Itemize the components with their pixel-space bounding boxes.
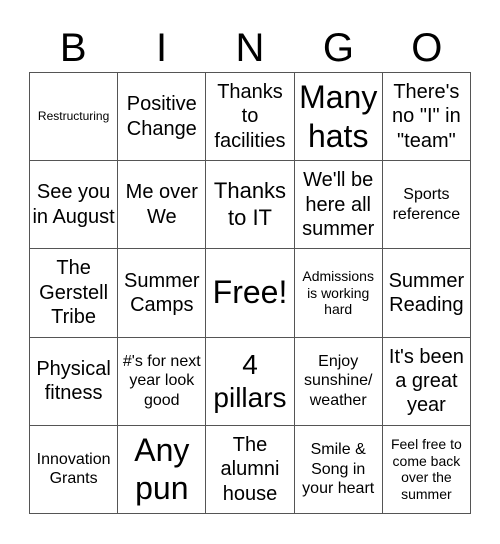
free-space-cell[interactable]: Free! [206,249,295,338]
header-letter-o: O [411,26,443,70]
bingo-cell[interactable]: Innovation Grants [30,425,119,514]
bingo-cell[interactable]: Many hats [294,73,383,162]
bingo-cell[interactable]: Smile & Song in your heart [294,425,383,514]
bingo-cell[interactable]: #'s for next year look good [118,337,207,426]
bingo-cell[interactable]: Any pun [118,425,207,514]
bingo-cell[interactable]: Admissions is working hard [294,249,383,338]
bingo-cell[interactable]: It's been a great year [382,337,471,426]
bingo-cell[interactable]: Physical fitness [30,337,119,426]
bingo-cell[interactable]: Sports reference [382,161,471,250]
bingo-cell[interactable]: Positive Change [118,73,207,162]
header-letter-b: B [59,26,87,70]
bingo-cell[interactable]: Feel free to come back over the summer [382,425,471,514]
bingo-board: Restructuring Positive Change Thanks to … [29,72,471,514]
bingo-cell[interactable]: The alumni house [206,425,295,514]
bingo-cell[interactable]: Summer Camps [118,249,207,338]
bingo-cell[interactable]: Thanks to IT [206,161,295,250]
bingo-cell[interactable]: There's no "I" in "team" [382,73,471,162]
bingo-cell[interactable]: The Gerstell Tribe [30,249,119,338]
header-letter-i: I [156,26,168,70]
bingo-cell[interactable]: We'll be here all summer [294,161,383,250]
bingo-cell[interactable]: Summer Reading [382,249,471,338]
bingo-cell[interactable]: See you in August [30,161,119,250]
bingo-cell[interactable]: 4 pillars [206,337,295,426]
header-letter-n: N [235,26,265,70]
bingo-header: B I N G O [29,24,471,72]
bingo-cell[interactable]: Me over We [118,161,207,250]
bingo-cell[interactable]: Restructuring [30,73,119,162]
bingo-cell[interactable]: Enjoy sunshine/ weather [294,337,383,426]
bingo-cell[interactable]: Thanks to facilities [206,73,295,162]
header-letter-g: G [322,26,354,70]
